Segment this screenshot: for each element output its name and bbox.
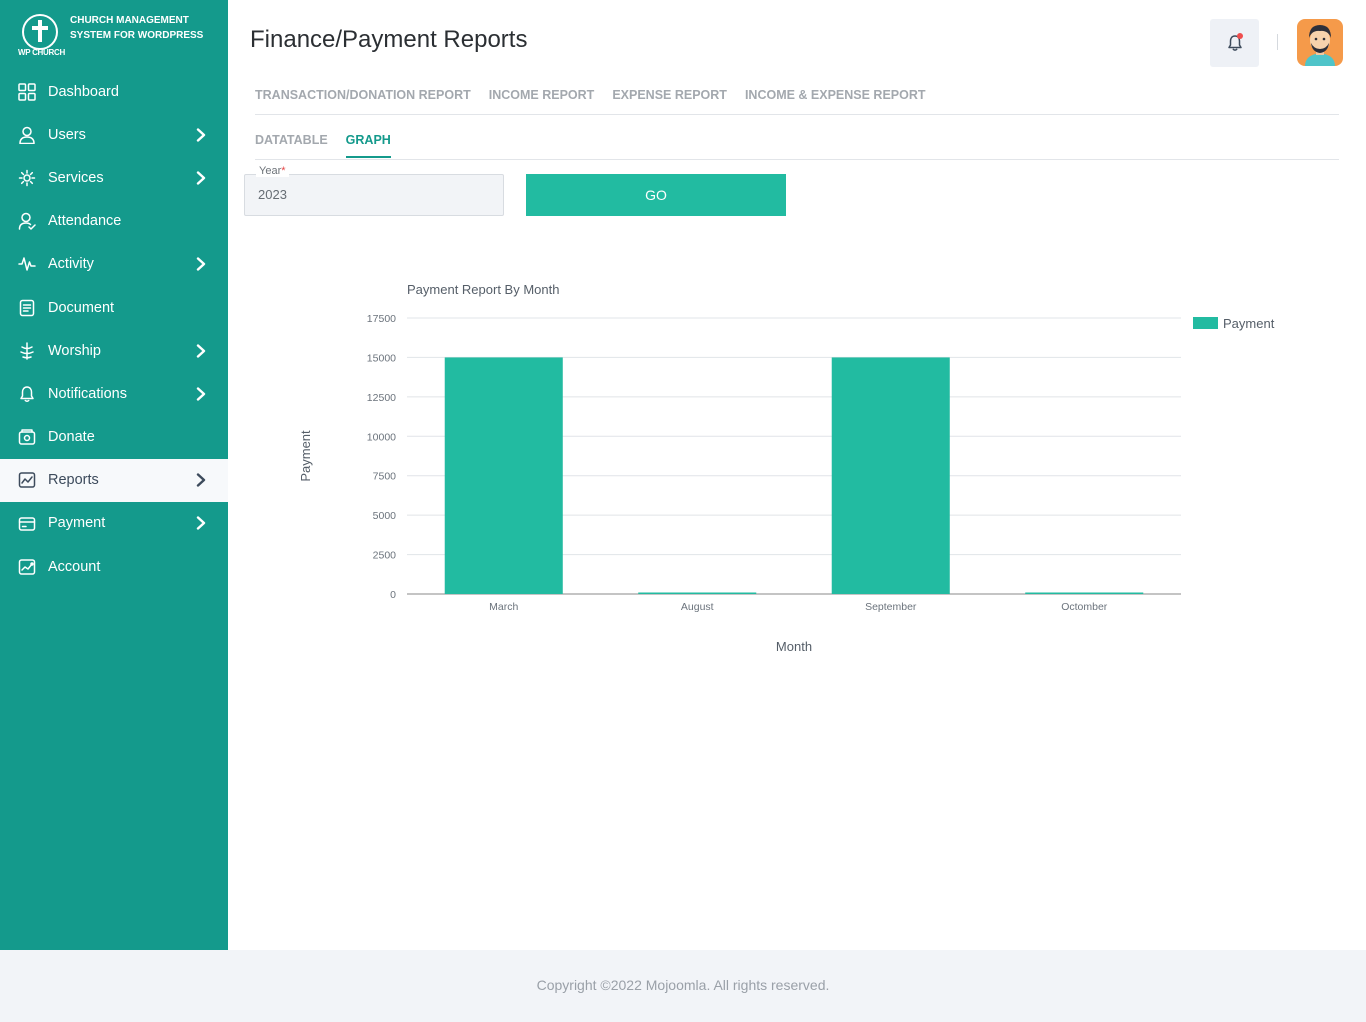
- activity-icon: [18, 255, 36, 273]
- sidebar-item-label: Donate: [48, 429, 95, 446]
- x-tick-label: September: [865, 601, 917, 613]
- x-tick-label: March: [489, 601, 518, 613]
- tab-expense-report[interactable]: EXPENSE REPORT: [612, 88, 727, 102]
- legend-label-payment: Payment: [1223, 316, 1275, 331]
- sidebar-item-label: Document: [48, 299, 115, 316]
- report-tabs: TRANSACTION/DONATION REPORT INCOME REPORT…: [255, 88, 926, 102]
- x-tick-label: August: [681, 601, 714, 613]
- payment-icon: [18, 514, 36, 532]
- user-icon: [18, 126, 36, 144]
- y-tick-label: 5000: [373, 510, 397, 522]
- account-icon: [18, 558, 36, 576]
- bar-octomber: [1025, 592, 1144, 594]
- x-axis-label: Month: [776, 639, 812, 654]
- attendance-icon: [18, 212, 36, 230]
- tab-graph[interactable]: GRAPH: [345, 133, 391, 158]
- year-field[interactable]: [244, 174, 504, 216]
- chart-title: Payment Report By Month: [407, 282, 559, 297]
- y-tick-label: 10000: [367, 431, 396, 443]
- chevron-right-icon[interactable]: [196, 171, 206, 185]
- services-icon: [18, 169, 36, 187]
- sidebar-item-notifications[interactable]: Notifications: [0, 372, 228, 415]
- logo-text: Church Management System for WordPress: [70, 15, 204, 41]
- avatar-icon: [1305, 25, 1335, 66]
- dashboard-icon: [18, 82, 36, 101]
- x-tick-label: Octomber: [1061, 601, 1108, 613]
- app-logo[interactable]: WP CHURCH Church Management System for W…: [18, 12, 218, 60]
- y-tick-label: 0: [390, 589, 396, 601]
- sidebar-item-reports[interactable]: Reports: [0, 458, 228, 502]
- bar-march: [444, 357, 563, 594]
- sidebar-item-dashboard[interactable]: Dashboard: [0, 70, 228, 113]
- sidebar-item-donate[interactable]: Donate: [0, 416, 228, 459]
- chevron-right-icon[interactable]: [196, 387, 206, 401]
- tab-income-report[interactable]: INCOME REPORT: [489, 88, 595, 102]
- chevron-right-icon[interactable]: [196, 128, 206, 142]
- sidebar-item-worship[interactable]: Worship: [0, 329, 228, 372]
- required-mark: *: [281, 165, 286, 177]
- chevron-right-icon[interactable]: [196, 473, 206, 487]
- sidebar-item-document[interactable]: Document: [0, 286, 228, 329]
- header-divider: [1277, 34, 1278, 50]
- worship-icon: [18, 341, 36, 360]
- go-button[interactable]: GO: [526, 174, 786, 216]
- sidebar-item-payment[interactable]: Payment: [0, 502, 228, 545]
- y-tick-label: 15000: [367, 352, 396, 364]
- y-tick-label: 12500: [367, 392, 396, 404]
- year-label: Year*: [256, 165, 289, 177]
- sidebar-item-services[interactable]: Services: [0, 156, 228, 199]
- sidebar-item-attendance[interactable]: Attendance: [0, 200, 228, 243]
- reports-icon: [18, 471, 36, 489]
- sidebar-item-activity[interactable]: Activity: [0, 243, 228, 286]
- y-tick-label: 17500: [367, 313, 396, 325]
- sidebar-item-users[interactable]: Users: [0, 113, 228, 156]
- copyright-text: Copyright ©2022 Mojoomla. All rights res…: [536, 977, 830, 993]
- subtabs-divider: [255, 159, 1339, 160]
- y-axis-label: Payment: [298, 430, 313, 482]
- sidebar-item-label: Attendance: [48, 213, 122, 230]
- tab-transaction-donation-report[interactable]: TRANSACTION/DONATION REPORT: [255, 88, 471, 102]
- sidebar-item-label: Dashboard: [48, 83, 119, 100]
- payment-chart: Payment Report By Month 0 2500 5000 7500 1000…: [298, 282, 1275, 654]
- footer: Copyright ©2022 Mojoomla. All rights res…: [0, 950, 1366, 1022]
- document-icon: [18, 299, 36, 317]
- notification-dot: [1237, 33, 1243, 39]
- y-tick-label: 7500: [373, 471, 397, 483]
- sidebar-item-label: Account: [48, 558, 101, 575]
- sidebar: WP CHURCH Church Management System for W…: [0, 0, 228, 950]
- bell-icon: [18, 385, 36, 403]
- tabs-divider: [255, 114, 1339, 115]
- bar-august: [638, 592, 757, 594]
- sidebar-item-account[interactable]: Account: [0, 545, 228, 588]
- donate-icon: [18, 428, 36, 446]
- chevron-right-icon[interactable]: [196, 257, 206, 272]
- year-input[interactable]: [258, 187, 458, 202]
- bar-september: [831, 357, 950, 594]
- page-title: Finance/Payment Reports: [250, 26, 528, 53]
- sidebar-nav: Dashboard Users Services Attendance Activity…: [0, 70, 228, 588]
- chevron-right-icon[interactable]: [196, 516, 206, 531]
- legend-swatch: [1193, 317, 1218, 329]
- notifications-button[interactable]: [1210, 19, 1259, 67]
- y-tick-label: 2500: [373, 550, 397, 562]
- view-tabs: DATATABLE GRAPH: [255, 133, 391, 158]
- logo-subtitle: WP CHURCH: [18, 48, 65, 57]
- user-avatar[interactable]: [1297, 19, 1343, 66]
- tab-datatable[interactable]: DATATABLE: [255, 133, 328, 158]
- chevron-right-icon[interactable]: [196, 344, 206, 358]
- tab-income-expense-report[interactable]: INCOME & EXPENSE REPORT: [745, 88, 926, 102]
